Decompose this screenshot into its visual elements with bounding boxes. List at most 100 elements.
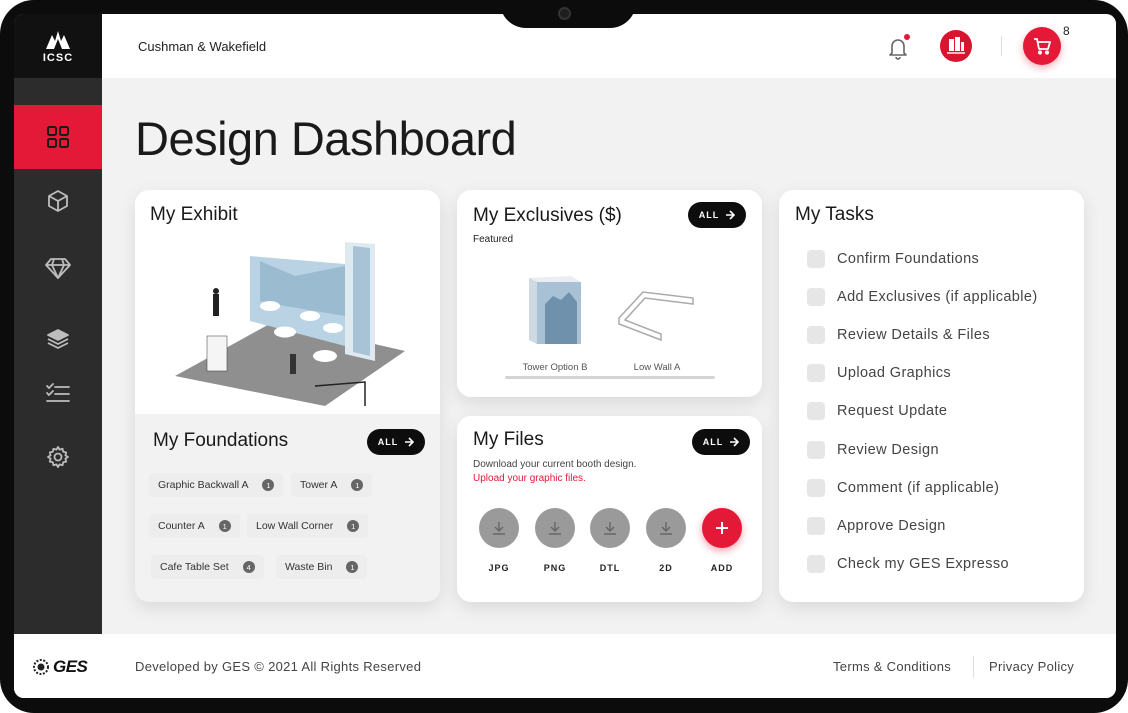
chip-count: 1	[347, 520, 360, 532]
task-checkbox[interactable]	[807, 517, 825, 535]
diamond-icon	[45, 258, 71, 279]
chip-label: Graphic Backwall A	[158, 479, 249, 491]
copyright-text: Developed by GES © 2021 All Rights Reser…	[135, 659, 422, 674]
terms-link[interactable]: Terms & Conditions	[833, 659, 951, 674]
camera-icon	[558, 7, 571, 20]
exclusives-card: My Exclusives ($) Featured ALL Tower Opt…	[457, 190, 762, 397]
download-icon	[660, 522, 672, 535]
task-item[interactable]: Check my GES Expresso	[807, 554, 1009, 574]
chip-label: Counter A	[158, 520, 205, 532]
files-all-button[interactable]: ALL	[692, 429, 750, 455]
task-label: Review Details & Files	[837, 327, 991, 343]
exclusives-title: My Exclusives ($)	[473, 205, 622, 226]
chip-count: 1	[262, 479, 275, 491]
foundations-all-button[interactable]: ALL	[367, 429, 425, 455]
task-label: Approve Design	[837, 518, 946, 534]
foundation-chip[interactable]: Waste Bin 1	[276, 555, 368, 579]
task-label: Add Exclusives (if applicable)	[837, 289, 1038, 305]
low-wall-image	[618, 291, 694, 342]
task-checkbox[interactable]	[807, 250, 825, 268]
task-item[interactable]: Request Update	[807, 401, 947, 421]
files-description: Download your current booth design.	[473, 459, 637, 470]
task-checkbox[interactable]	[807, 288, 825, 306]
exclusive-item-tower[interactable]: Tower Option B	[515, 274, 595, 374]
download-icon	[604, 522, 616, 535]
task-label: Confirm Foundations	[837, 251, 980, 267]
task-checkbox[interactable]	[807, 364, 825, 382]
file-format-label: JPG	[488, 563, 510, 573]
task-checkbox[interactable]	[807, 479, 825, 497]
foundation-chip[interactable]: Tower A 1	[291, 473, 373, 497]
checklist-icon	[46, 383, 70, 402]
task-checkbox[interactable]	[807, 326, 825, 344]
grid-icon	[47, 126, 69, 148]
task-item[interactable]: Comment (if applicable)	[807, 478, 999, 498]
arrow-right-icon	[405, 437, 415, 447]
upload-link[interactable]: Upload your graphic files.	[473, 473, 586, 484]
sidebar-item-dashboard[interactable]	[14, 105, 102, 169]
chip-count: 4	[242, 561, 255, 573]
booth-render-image	[175, 242, 405, 406]
page-title: Design Dashboard	[135, 112, 517, 165]
featured-label: Featured	[473, 234, 514, 245]
add-file-button[interactable]	[702, 508, 742, 548]
exclusives-all-button[interactable]: ALL	[688, 202, 746, 228]
task-checkbox[interactable]	[807, 441, 825, 459]
notifications-button[interactable]	[886, 34, 910, 65]
chip-label: Waste Bin	[285, 561, 333, 573]
task-item[interactable]: Review Details & Files	[807, 325, 990, 345]
foundation-chip[interactable]: Counter A 1	[149, 514, 240, 538]
task-item[interactable]: Confirm Foundations	[807, 249, 979, 269]
chip-label: Low Wall Corner	[256, 520, 334, 532]
privacy-link[interactable]: Privacy Policy	[989, 659, 1074, 674]
chip-label: Tower A	[300, 479, 338, 491]
file-format-label: 2D	[659, 563, 673, 573]
ges-logo-text: GES	[53, 657, 88, 676]
foundation-chip[interactable]: Graphic Backwall A 1	[149, 473, 284, 497]
exclusive-label: Tower Option B	[522, 362, 588, 373]
avatar[interactable]	[940, 30, 972, 62]
sidebar-item-exhibit[interactable]	[14, 169, 102, 233]
layers-icon	[47, 329, 69, 349]
logo-text: ICSC	[42, 51, 74, 64]
exhibit-preview[interactable]: My Exhibit	[135, 190, 440, 414]
task-label: Comment (if applicable)	[837, 480, 1000, 496]
all-button-label: ALL	[698, 210, 720, 220]
download-icon	[493, 522, 505, 535]
task-label: Upload Graphics	[837, 365, 951, 381]
file-format-label: DTL	[599, 563, 621, 573]
task-item[interactable]: Upload Graphics	[807, 363, 951, 383]
task-item[interactable]: Review Design	[807, 440, 939, 460]
exhibit-title: My Exhibit	[150, 204, 238, 225]
chip-label: Cafe Table Set	[160, 561, 229, 573]
icsc-logo[interactable]: ICSC	[14, 14, 102, 78]
foundation-chip[interactable]: Low Wall Corner 1	[247, 514, 369, 538]
files-card: My Files ALL Download your current booth…	[457, 416, 762, 602]
download-dtl-button[interactable]	[590, 508, 630, 548]
download-icon	[549, 522, 561, 535]
file-format-label: ADD	[710, 563, 734, 573]
sidebar-item-exclusives[interactable]	[14, 236, 102, 300]
task-checkbox[interactable]	[807, 402, 825, 420]
tasks-title: My Tasks	[795, 204, 874, 225]
chip-count: 1	[346, 561, 359, 573]
exclusive-item-low-wall[interactable]: Low Wall A	[615, 274, 699, 374]
cart-button[interactable]	[1023, 27, 1061, 65]
exhibit-card: My Exhibit My Foundations ALL Graphic Ba…	[135, 190, 440, 602]
carousel-scrollbar[interactable]	[505, 376, 715, 379]
chip-count: 1	[218, 520, 231, 532]
download-jpg-button[interactable]	[479, 508, 519, 548]
sidebar-item-settings[interactable]	[14, 425, 102, 489]
company-name: Cushman & Wakefield	[138, 39, 267, 54]
foundation-chip[interactable]: Cafe Table Set 4	[151, 555, 264, 579]
task-item[interactable]: Add Exclusives (if applicable)	[807, 287, 1038, 307]
ges-logo[interactable]: GES	[32, 657, 88, 677]
foundations-title: My Foundations	[153, 430, 289, 451]
chip-count: 1	[351, 479, 364, 491]
sidebar-item-tasks[interactable]	[14, 362, 102, 426]
tasks-card: My Tasks Confirm Foundations Add Exclusi…	[779, 190, 1084, 602]
task-checkbox[interactable]	[807, 555, 825, 573]
task-item[interactable]: Approve Design	[807, 516, 946, 536]
download-png-button[interactable]	[535, 508, 575, 548]
download-2d-button[interactable]	[646, 508, 686, 548]
